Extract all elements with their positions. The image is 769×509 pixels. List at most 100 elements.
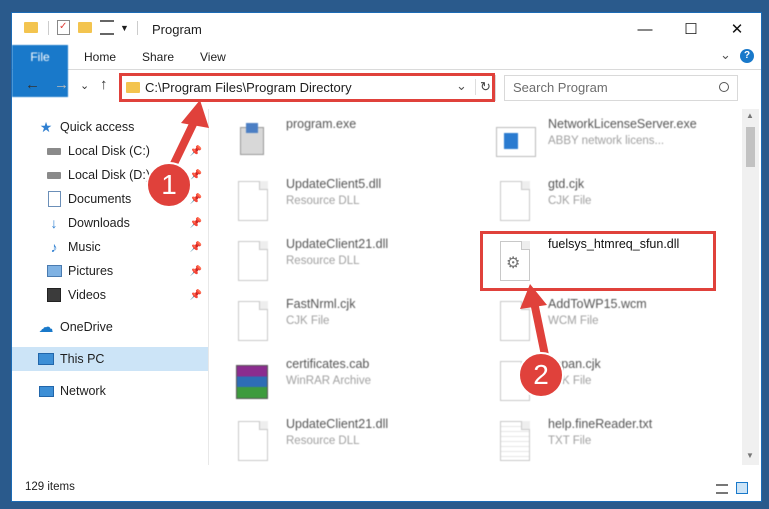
forward-button[interactable]: →	[54, 76, 69, 93]
file-name: help.fineReader.txt	[548, 417, 653, 431]
file-item[interactable]: help.fineReader.txt TXT File	[480, 413, 720, 465]
quick-access-toolbar: ✓ ▼	[24, 20, 138, 35]
tab-home[interactable]: Home	[72, 45, 128, 69]
item-count: 129 items	[25, 481, 75, 493]
search-input[interactable]: Search Program	[513, 80, 608, 95]
navigation-pane: ★ Quick access Local Disk (C:) 📌 Local D…	[12, 109, 208, 465]
details-view-icon[interactable]	[716, 484, 728, 494]
file-type: WCM File	[548, 315, 599, 327]
file-item[interactable]: FastNrml.cjk CJK File	[218, 293, 458, 345]
close-icon: ✕	[730, 21, 744, 38]
address-highlight-box	[119, 73, 495, 102]
file-item[interactable]: UpdateClient21.dll Resource DLL	[218, 233, 458, 285]
sidebar-item-videos[interactable]: Videos 📌	[12, 283, 208, 307]
sidebar-item-label: Quick access	[60, 120, 135, 134]
archive-icon	[234, 359, 268, 401]
maximize-button[interactable]: ☐	[668, 13, 714, 45]
sidebar-item-label: Local Disk (C:)	[68, 144, 150, 158]
help-icon[interactable]: ?	[740, 49, 754, 63]
pin-icon[interactable]: 📌	[190, 218, 202, 229]
network-icon	[38, 383, 54, 399]
file-item[interactable]: AddToWP15.wcm WCM File	[480, 293, 720, 345]
sidebar-item-music[interactable]: ♪ Music 📌	[12, 235, 208, 259]
sidebar-item-label: Downloads	[68, 216, 130, 230]
sidebar-item-label: Network	[60, 384, 106, 398]
file-item[interactable]: NetworkLicenseServer.exe ABBY network li…	[480, 113, 720, 165]
dll-highlight-box	[480, 231, 716, 291]
new-folder-icon[interactable]	[78, 22, 92, 33]
file-name: FastNrml.cjk	[286, 297, 356, 311]
sidebar-item-label: Pictures	[68, 264, 114, 278]
file-name: UpdateClient21.dll	[286, 237, 389, 251]
file-item[interactable]: Japan.cjk CJK File	[480, 353, 720, 405]
file-type: ABBY network licens...	[548, 135, 665, 147]
properties-icon[interactable]: ✓	[57, 20, 70, 35]
up-button[interactable]: ↑	[100, 76, 108, 93]
documents-icon	[46, 191, 62, 207]
pin-icon[interactable]: 📌	[190, 290, 202, 301]
ribbon-tabs: File Home Share View ⌄ ?	[12, 45, 761, 97]
file-item[interactable]: program.exe	[218, 113, 458, 165]
dll-file-icon	[234, 419, 268, 461]
pin-icon[interactable]: 📌	[190, 266, 202, 277]
back-button[interactable]: ←	[25, 76, 40, 93]
minimize-button[interactable]: —	[622, 13, 668, 45]
large-icons-view-icon[interactable]	[736, 482, 748, 494]
maximize-icon: ☐	[684, 21, 698, 38]
sidebar-item-pictures[interactable]: Pictures 📌	[12, 259, 208, 283]
file-type: WinRAR Archive	[286, 375, 371, 387]
file-item[interactable]: gtd.cjk CJK File	[480, 173, 720, 225]
installer-icon	[234, 119, 268, 161]
separator	[48, 20, 49, 35]
scroll-up-icon[interactable]: ▲	[746, 111, 754, 120]
music-icon: ♪	[50, 239, 58, 255]
file-name: UpdateClient21.dll	[286, 417, 389, 431]
sidebar-item-label: Local Disk (D:)	[68, 168, 150, 182]
minimize-icon: —	[637, 20, 653, 38]
drive-icon	[46, 167, 62, 183]
sidebar-item-onedrive[interactable]: ☁ OneDrive	[12, 315, 208, 339]
tab-share[interactable]: Share	[130, 45, 186, 69]
status-bar: 129 items	[12, 465, 761, 501]
pin-icon[interactable]: 📌	[190, 194, 202, 205]
downloads-icon: ↓	[50, 215, 58, 231]
sidebar-item-downloads[interactable]: ↓ Downloads 📌	[12, 211, 208, 235]
dll-file-icon	[234, 239, 268, 281]
pane-divider	[208, 109, 209, 465]
sidebar-item-label: Documents	[68, 192, 132, 206]
file-type: CJK File	[286, 315, 330, 327]
file-type: CJK File	[548, 195, 592, 207]
file-icon	[234, 299, 268, 341]
close-button[interactable]: ✕	[714, 13, 760, 45]
file-name: program.exe	[286, 117, 357, 131]
collapse-ribbon-icon[interactable]: ⌄	[720, 47, 731, 63]
tab-view[interactable]: View	[188, 45, 238, 69]
separator	[136, 20, 138, 35]
file-item[interactable]: UpdateClient5.dll Resource DLL	[218, 173, 458, 225]
recent-locations-button[interactable]: ⌄	[80, 79, 89, 92]
view-options-icon[interactable]	[100, 20, 114, 35]
file-item[interactable]: UpdateClient21.dll Resource DLL	[218, 413, 458, 465]
customize-dropdown-icon[interactable]: ▼	[120, 23, 129, 33]
sidebar-item-local-disk-c[interactable]: Local Disk (C:) 📌	[12, 139, 208, 163]
file-name: UpdateClient5.dll	[286, 177, 382, 191]
file-type: TXT File	[548, 435, 592, 447]
sidebar-item-label: Videos	[68, 288, 106, 302]
scroll-down-icon[interactable]: ▼	[746, 451, 754, 460]
step-1-badge: 1	[146, 162, 192, 208]
search-box[interactable]: Search Program	[504, 75, 738, 101]
sidebar-item-network[interactable]: Network	[12, 379, 208, 403]
pin-icon[interactable]: 📌	[190, 242, 202, 253]
file-name: NetworkLicenseServer.exe	[548, 117, 697, 131]
videos-icon	[46, 287, 62, 303]
file-name: gtd.cjk	[548, 177, 585, 191]
scroll-thumb[interactable]	[746, 127, 755, 167]
pictures-icon	[46, 263, 62, 279]
sidebar-item-this-pc[interactable]: This PC	[12, 347, 208, 371]
pin-icon[interactable]: 📌	[190, 146, 202, 157]
folder-icon[interactable]	[24, 22, 38, 33]
file-item[interactable]: certificates.cab WinRAR Archive	[218, 353, 458, 405]
explorer-window: ✓ ▼ Program — ☐ ✕ File Home Share View ⌄…	[12, 13, 761, 501]
vertical-scrollbar[interactable]: ▲ ▼	[742, 109, 759, 465]
sidebar-item-quick-access[interactable]: ★ Quick access	[12, 115, 208, 139]
